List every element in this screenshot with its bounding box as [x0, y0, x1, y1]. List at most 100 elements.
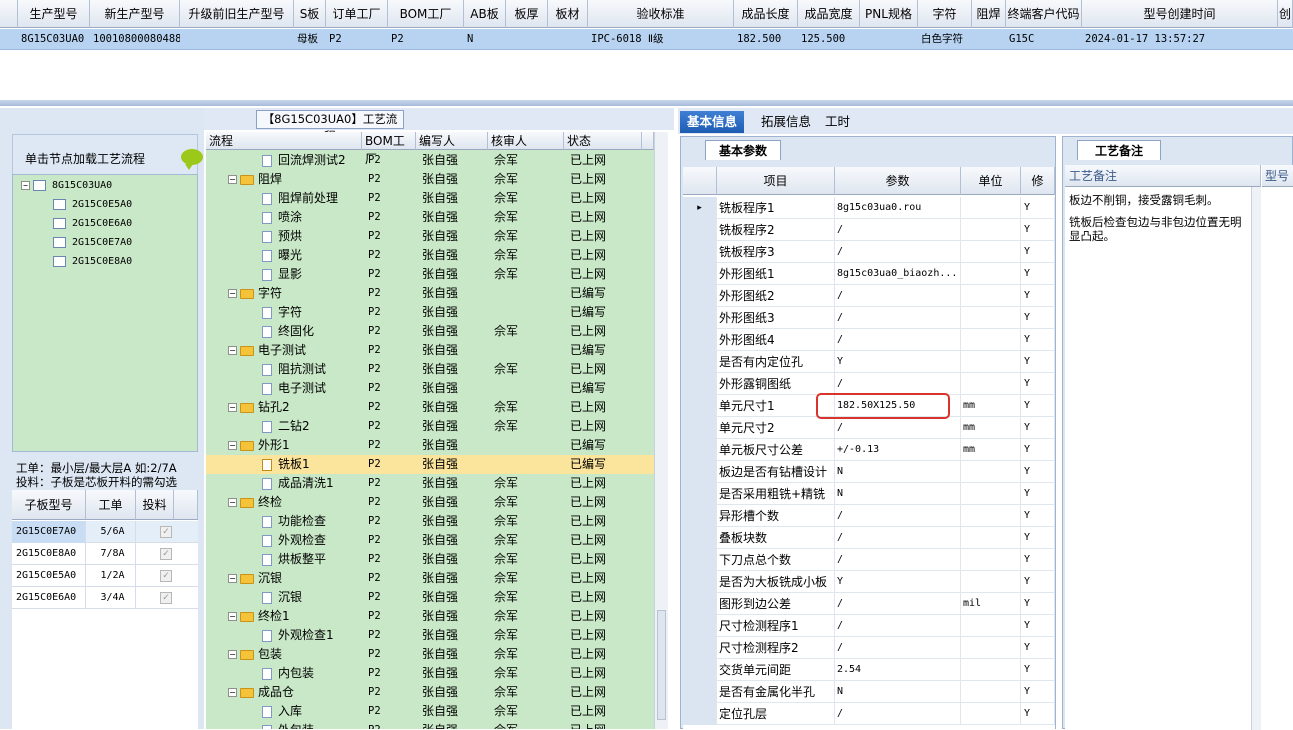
tree-child[interactable]: 2G15C0E7A0 — [53, 234, 132, 252]
param-row[interactable]: 板边是否有钻槽设计 N Y — [683, 461, 1055, 483]
node-checkbox-icon[interactable] — [53, 217, 66, 229]
param-row[interactable]: 是否采用粗铣+精铣 N Y — [683, 483, 1055, 505]
param-value[interactable]: Y — [835, 571, 961, 593]
row-header[interactable] — [683, 373, 717, 395]
col-header[interactable]: 型号创建时间 — [1082, 0, 1278, 28]
row-header[interactable] — [683, 241, 717, 263]
col-header[interactable]: S板 — [294, 0, 326, 28]
row-header[interactable] — [683, 307, 717, 329]
collapse-icon[interactable]: − — [228, 175, 237, 184]
sub-col-header[interactable]: 投料 — [136, 490, 174, 520]
feed-checkbox[interactable]: ✓ — [160, 570, 172, 582]
flow-row[interactable]: 烘板整平 P2 张自强 佘军 已上网 — [206, 550, 654, 569]
params-col-header[interactable]: 项目 — [717, 167, 835, 195]
params-col-header[interactable]: 单位 — [961, 167, 1021, 195]
params-col-header[interactable]: 参数 — [835, 167, 961, 195]
tab-2[interactable]: 工时 — [818, 111, 857, 133]
flow-scrollbar[interactable] — [654, 132, 668, 729]
param-value[interactable]: / — [835, 241, 961, 263]
param-value[interactable]: N — [835, 461, 961, 483]
sub-col-header[interactable]: 子板型号 — [12, 490, 86, 520]
flow-row[interactable]: 沉银 P2 张自强 佘军 已上网 — [206, 588, 654, 607]
collapse-icon[interactable]: − — [228, 574, 237, 583]
param-value[interactable]: 2.54 — [835, 659, 961, 681]
col-header[interactable]: 新生产型号 — [90, 0, 180, 28]
param-row[interactable]: 铣板程序2/ Y — [683, 219, 1055, 241]
param-row[interactable]: 外形图纸1 8g15c03ua0_biaozh... Y — [683, 263, 1055, 285]
tab-0[interactable]: 基本信息 — [680, 111, 745, 133]
flow-row[interactable]: − 终检 P2 张自强 佘军 已上网 — [206, 493, 654, 512]
param-row[interactable]: 外形露铜图纸 / Y — [683, 373, 1055, 395]
param-value[interactable]: / — [835, 549, 961, 571]
param-row[interactable]: 外形图纸3/ Y — [683, 307, 1055, 329]
param-row[interactable]: 是否有金属化半孔 N Y — [683, 681, 1055, 703]
row-header[interactable] — [683, 703, 717, 725]
row-header[interactable] — [683, 571, 717, 593]
row-header[interactable] — [683, 461, 717, 483]
collapse-icon[interactable]: − — [228, 612, 237, 621]
flow-row[interactable]: − 包装 P2 张自强 佘军 已上网 — [206, 645, 654, 664]
param-row[interactable]: 单元尺寸2/mm Y — [683, 417, 1055, 439]
param-value[interactable]: / — [835, 373, 961, 395]
feed-checkbox[interactable]: ✓ — [160, 592, 172, 604]
remark-tab[interactable]: 工艺备注 — [1077, 140, 1161, 160]
flow-row[interactable]: 外观检查 P2 张自强 佘军 已上网 — [206, 531, 654, 550]
param-row[interactable]: 单元板尺寸公差 +/-0.13 mm Y — [683, 439, 1055, 461]
row-header[interactable] — [683, 637, 717, 659]
param-row[interactable]: 交货单元间距 2.54 Y — [683, 659, 1055, 681]
flow-row[interactable]: 阻抗测试 P2 张自强 佘军 已上网 — [206, 360, 654, 379]
param-row[interactable]: 铣板程序3/ Y — [683, 241, 1055, 263]
param-value[interactable]: / — [835, 219, 961, 241]
flow-row[interactable]: 阻焊前处理 P2 张自强 佘军 已上网 — [206, 189, 654, 208]
param-row[interactable]: 尺寸检测程序2/ Y — [683, 637, 1055, 659]
row-header[interactable] — [683, 527, 717, 549]
remark-scrollbar[interactable] — [1251, 187, 1261, 730]
flow-row[interactable]: − 钻孔2 P2 张自强 佘军 已上网 — [206, 398, 654, 417]
collapse-icon[interactable]: − — [228, 289, 237, 298]
product-grid-row[interactable]: 8G15C03UA0 10010800080488 母板 P2 P2 N IPC-6018 … — [0, 29, 1293, 50]
param-value[interactable]: / — [835, 505, 961, 527]
horizontal-splitter[interactable] — [0, 100, 1293, 106]
flow-title-tab[interactable]: 【8G15C03UA0】工艺流程 — [256, 110, 404, 143]
node-checkbox-icon[interactable] — [53, 236, 66, 248]
col-header[interactable]: 生产型号 — [18, 0, 90, 28]
tree-root[interactable]: − 8G15C03UA0 — [21, 177, 112, 195]
node-checkbox-icon[interactable] — [53, 255, 66, 267]
flow-row[interactable]: 终固化 P2 张自强 佘军 已上网 — [206, 322, 654, 341]
row-header[interactable] — [683, 285, 717, 307]
col-header[interactable]: 终端客户代码 — [1006, 0, 1082, 28]
sub-table-row[interactable]: 2G15C0E5A0 1/2A ✓ — [12, 565, 198, 587]
flow-row[interactable]: 二钻2 P2 张自强 佘军 已上网 — [206, 417, 654, 436]
row-header[interactable] — [683, 659, 717, 681]
param-value[interactable]: / — [835, 417, 961, 439]
flow-row[interactable]: 铣板1 P2 张自强 已编写 — [206, 455, 654, 474]
collapse-icon[interactable]: − — [228, 403, 237, 412]
flow-row[interactable]: 成品清洗1 P2 张自强 佘军 已上网 — [206, 474, 654, 493]
sub-table-row[interactable]: 2G15C0E6A0 3/4A ✓ — [12, 587, 198, 609]
row-header[interactable] — [683, 219, 717, 241]
col-header[interactable]: BOM工厂 — [388, 0, 464, 28]
col-header[interactable]: 创 — [1278, 0, 1293, 28]
row-header[interactable] — [683, 263, 717, 285]
param-value[interactable]: N — [835, 483, 961, 505]
param-row[interactable]: 尺寸检测程序1/ Y — [683, 615, 1055, 637]
flow-row[interactable]: 喷涂 P2 张自强 佘军 已上网 — [206, 208, 654, 227]
row-header[interactable] — [683, 439, 717, 461]
tree-child[interactable]: 2G15C0E5A0 — [53, 196, 132, 214]
flow-row[interactable]: − 阻焊 P2 张自强 佘军 已上网 — [206, 170, 654, 189]
tab-1[interactable]: 拓展信息 — [754, 111, 818, 133]
row-header[interactable] — [683, 395, 717, 417]
param-value[interactable]: 8g15c03ua0.rou — [835, 197, 961, 219]
flow-col-header[interactable]: BOM工厂 — [362, 132, 416, 166]
param-value[interactable]: / — [835, 593, 961, 615]
param-value[interactable]: Y — [835, 351, 961, 373]
col-header[interactable]: AB板 — [464, 0, 506, 28]
flow-row[interactable]: − 字符 P2 张自强 已编写 — [206, 284, 654, 303]
collapse-icon[interactable]: − — [228, 498, 237, 507]
flow-row[interactable]: 功能检查 P2 张自强 佘军 已上网 — [206, 512, 654, 531]
col-header[interactable]: 板厚 — [506, 0, 548, 28]
param-value[interactable]: / — [835, 329, 961, 351]
row-header[interactable] — [683, 681, 717, 703]
row-header[interactable] — [683, 351, 717, 373]
flow-col-header[interactable]: 核审人 — [488, 132, 564, 150]
